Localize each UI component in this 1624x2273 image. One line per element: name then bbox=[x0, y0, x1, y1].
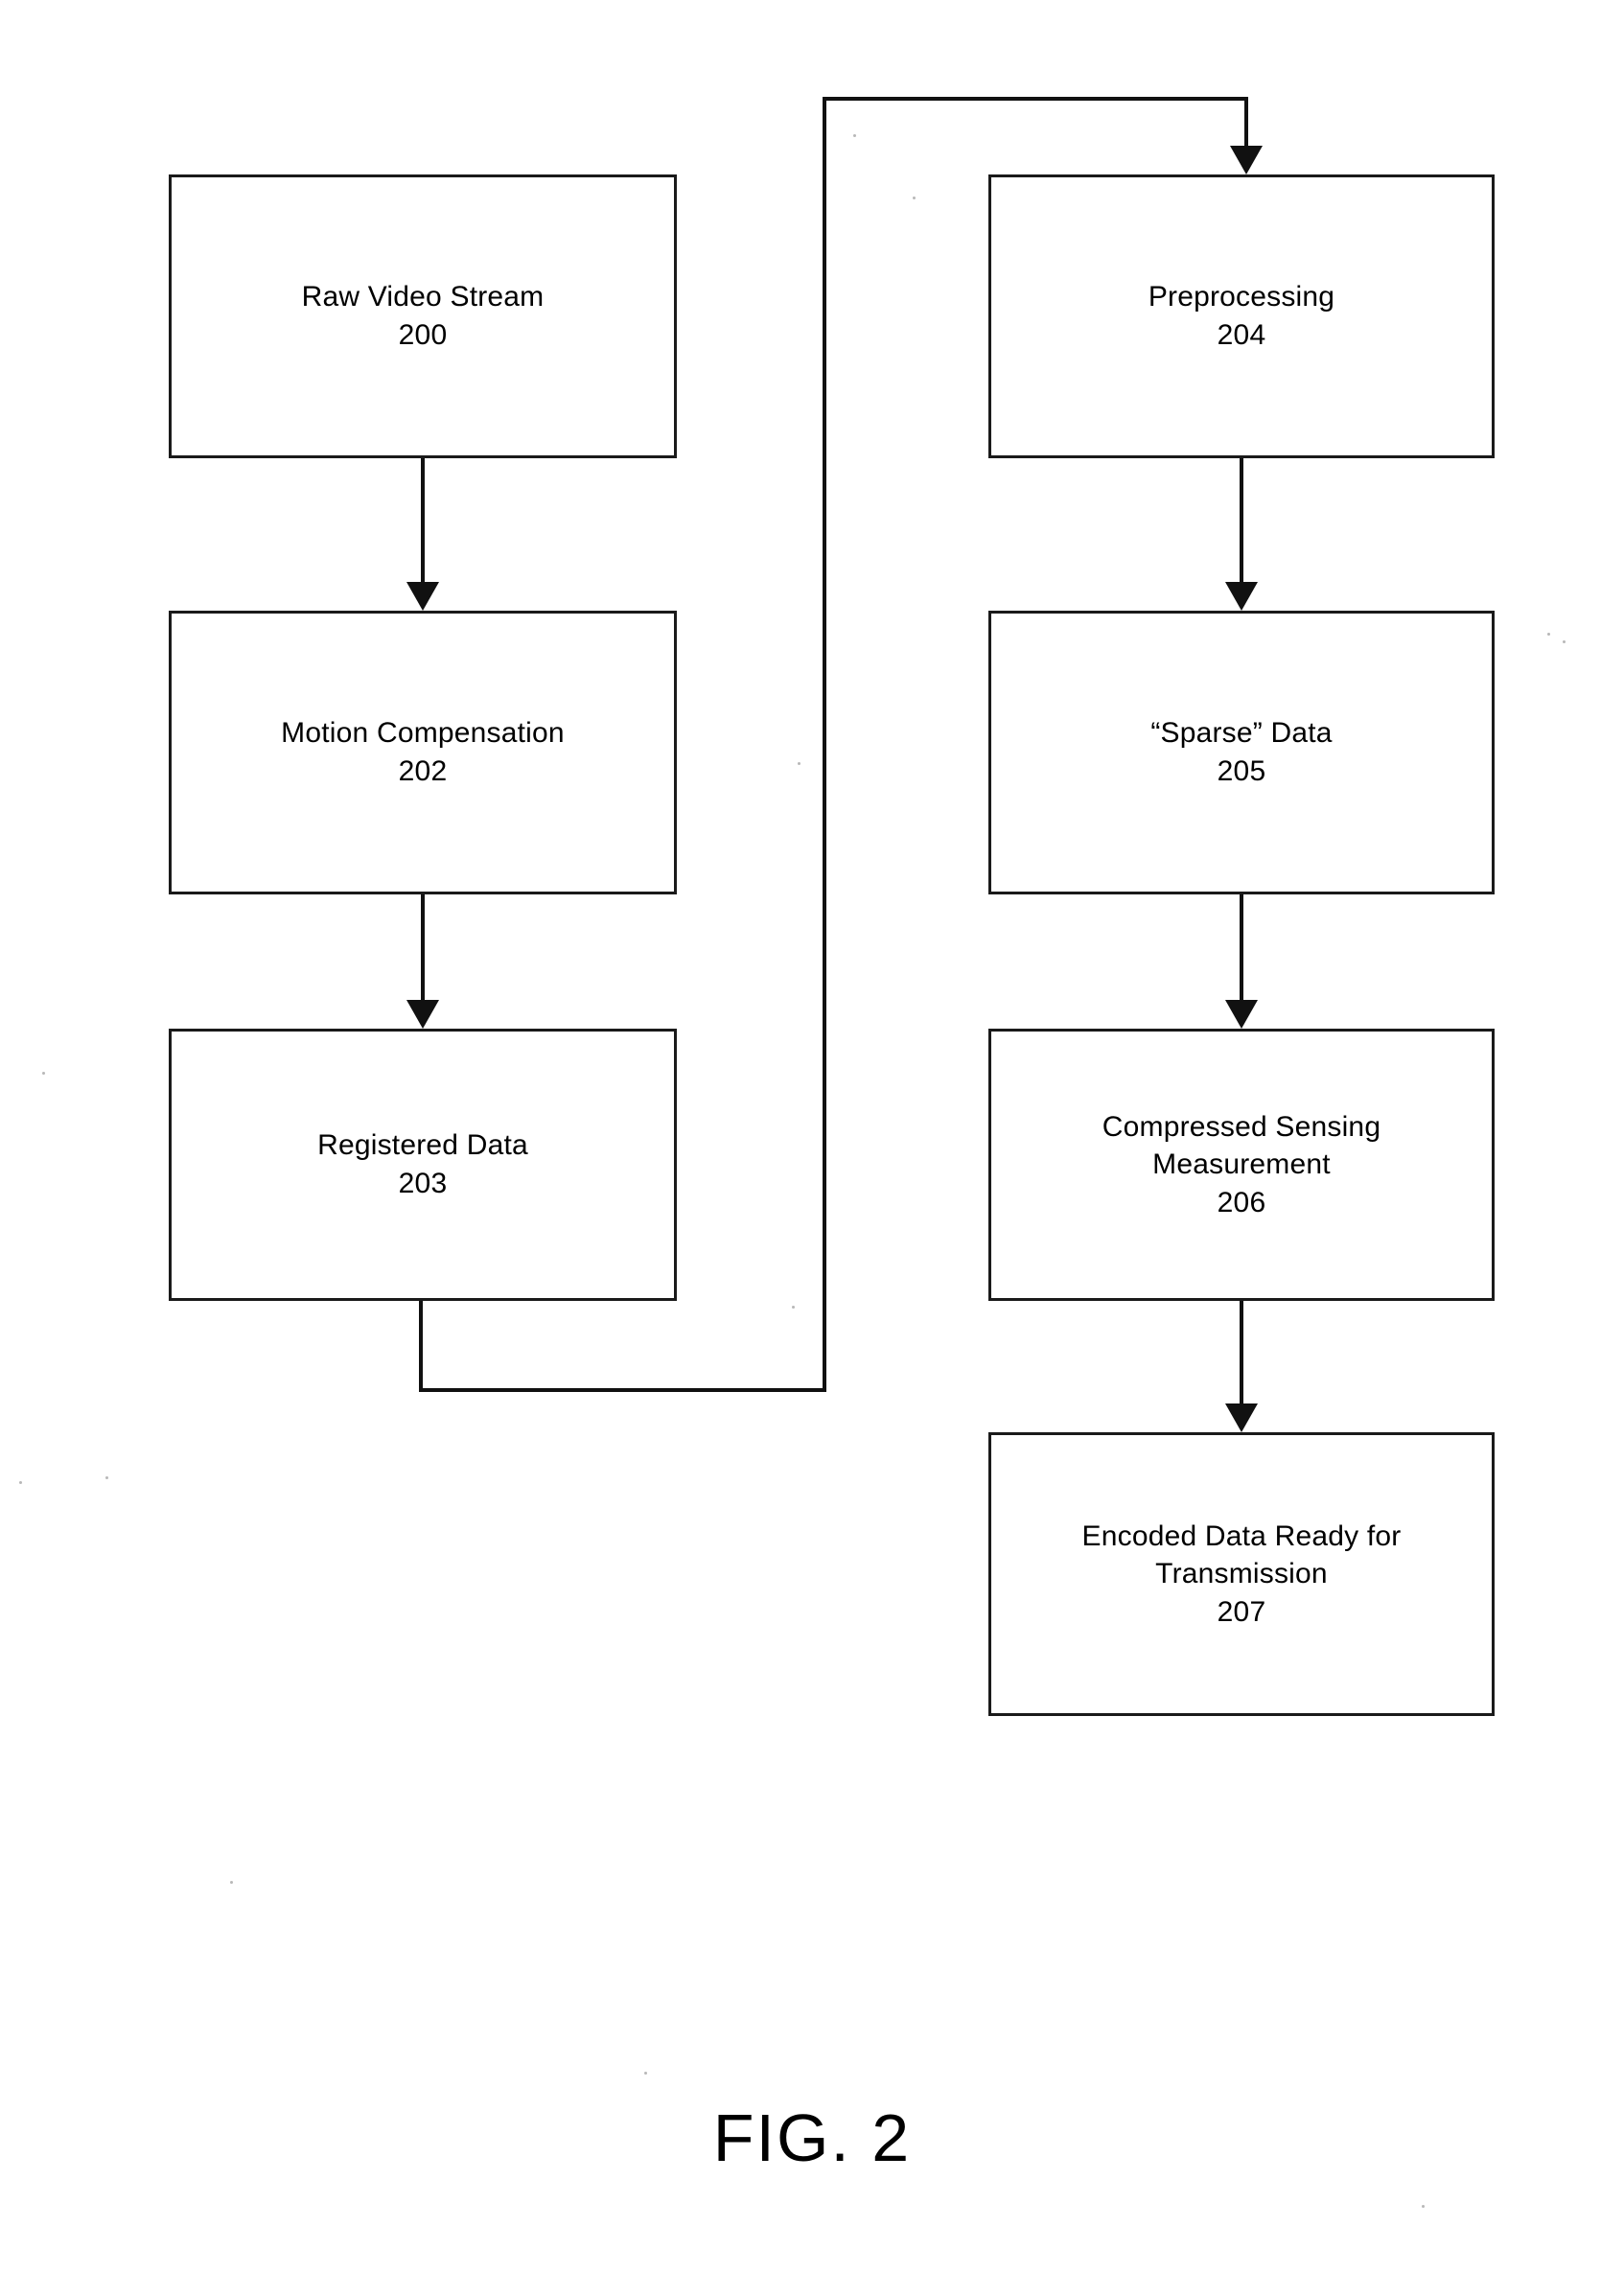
node-encoded-data-ready-for-transmission[interactable]: Encoded Data Ready for Transmission 207 bbox=[988, 1432, 1495, 1716]
scan-speckle bbox=[105, 1476, 108, 1479]
scan-speckle bbox=[644, 2072, 647, 2075]
node-sparse-data-label: “Sparse” Data bbox=[1150, 717, 1333, 750]
connector-raw-to-motion-line bbox=[421, 458, 425, 585]
node-raw-video-stream[interactable]: Raw Video Stream 200 bbox=[169, 174, 677, 458]
scan-speckle bbox=[853, 134, 856, 137]
connector-sparse-to-measurement-arrowhead bbox=[1225, 1000, 1258, 1029]
node-raw-video-stream-label: Raw Video Stream bbox=[301, 281, 545, 313]
node-compressed-sensing-measurement-ref: 206 bbox=[1217, 1186, 1266, 1218]
connector-motion-to-registered-line bbox=[421, 894, 425, 1003]
connector-motion-to-registered-arrowhead bbox=[406, 1000, 439, 1029]
node-compressed-sensing-measurement-label: Compressed Sensing Measurement bbox=[1102, 1110, 1381, 1181]
node-sparse-data[interactable]: “Sparse” Data 205 bbox=[988, 611, 1495, 894]
scan-speckle bbox=[230, 1881, 233, 1884]
figure-caption: FIG. 2 bbox=[712, 2100, 912, 2175]
node-motion-compensation-label: Motion Compensation bbox=[281, 717, 565, 750]
scan-speckle bbox=[1547, 633, 1550, 636]
connector-feedback-drop-into-preprocessing bbox=[1244, 97, 1248, 150]
node-encoded-data-ready-for-transmission-label: Encoded Data Ready for Transmission bbox=[1081, 1519, 1402, 1590]
figure-page: Raw Video Stream 200 Motion Compensation… bbox=[0, 0, 1624, 2273]
node-registered-data-ref: 203 bbox=[398, 1168, 448, 1199]
scan-speckle bbox=[1422, 2205, 1425, 2208]
connector-preprocessing-to-sparse-line bbox=[1240, 458, 1243, 585]
node-compressed-sensing-measurement[interactable]: Compressed Sensing Measurement 206 bbox=[988, 1029, 1495, 1301]
connector-preprocessing-to-sparse-arrowhead bbox=[1225, 582, 1258, 611]
scan-speckle bbox=[798, 762, 800, 765]
node-registered-data-label: Registered Data bbox=[317, 1129, 528, 1162]
node-sparse-data-ref: 205 bbox=[1217, 755, 1266, 787]
node-motion-compensation-ref: 202 bbox=[398, 755, 448, 787]
node-encoded-data-ready-for-transmission-ref: 207 bbox=[1217, 1595, 1266, 1628]
node-preprocessing[interactable]: Preprocessing 204 bbox=[988, 174, 1495, 458]
connector-feedback-down-from-registered bbox=[419, 1301, 423, 1392]
connector-feedback-riser bbox=[823, 97, 826, 1392]
connector-measurement-to-encoded-arrowhead bbox=[1225, 1403, 1258, 1432]
connector-measurement-to-encoded-line bbox=[1240, 1301, 1243, 1408]
node-motion-compensation[interactable]: Motion Compensation 202 bbox=[169, 611, 677, 894]
connector-feedback-arrowhead bbox=[1230, 146, 1263, 174]
connector-sparse-to-measurement-line bbox=[1240, 894, 1243, 1003]
scan-speckle bbox=[913, 197, 916, 199]
node-registered-data[interactable]: Registered Data 203 bbox=[169, 1029, 677, 1301]
scan-speckle bbox=[1563, 640, 1566, 643]
connector-feedback-bottom-run bbox=[419, 1388, 826, 1392]
node-raw-video-stream-ref: 200 bbox=[398, 319, 448, 351]
scan-speckle bbox=[42, 1072, 45, 1075]
node-preprocessing-label: Preprocessing bbox=[1148, 281, 1335, 313]
scan-speckle bbox=[792, 1306, 795, 1309]
connector-feedback-top-run bbox=[823, 97, 1248, 101]
connector-raw-to-motion-arrowhead bbox=[406, 582, 439, 611]
scan-speckle bbox=[19, 1481, 22, 1484]
node-preprocessing-ref: 204 bbox=[1217, 319, 1266, 351]
